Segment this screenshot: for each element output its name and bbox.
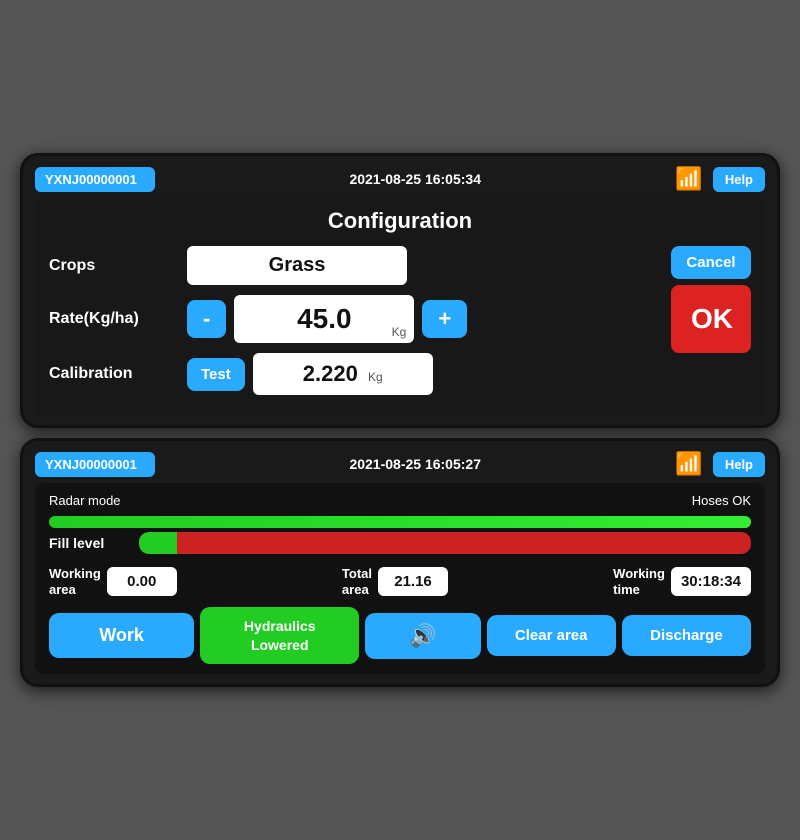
calib-unit: Kg [368, 370, 383, 384]
rate-plus-button[interactable]: + [422, 300, 467, 338]
top-help-button[interactable]: Help [713, 167, 765, 192]
working-time-value: 30:18:34 [671, 567, 751, 596]
bottom-help-button[interactable]: Help [713, 452, 765, 477]
working-time-item: Workingtime 30:18:34 [613, 566, 751, 597]
ok-cancel-column: Cancel OK [671, 246, 751, 353]
working-area-label: Workingarea [49, 566, 101, 597]
discharge-button[interactable]: Discharge [622, 615, 751, 656]
top-header-right: 📶 Help [675, 166, 765, 192]
action-buttons-row: Work HydraulicsLowered 🔊 Clear area Disc… [49, 607, 751, 663]
work-button[interactable]: Work [49, 613, 194, 658]
fill-level-green-segment [139, 532, 177, 554]
bottom-datetime: 2021-08-25 16:05:27 [349, 456, 481, 472]
working-area-value: 0.00 [107, 567, 177, 596]
top-datetime: 2021-08-25 16:05:34 [349, 171, 481, 187]
bottom-header: YXNJ00000001 2021-08-25 16:05:27 📶 Help [35, 451, 765, 477]
working-area-item: Workingarea 0.00 [49, 566, 177, 597]
top-wifi-icon: 📶 [675, 166, 702, 192]
total-area-value: 21.16 [378, 567, 448, 596]
green-progress-bar [49, 516, 751, 528]
hydraulics-button[interactable]: HydraulicsLowered [200, 607, 359, 663]
test-button[interactable]: Test [187, 358, 245, 391]
bottom-device: YXNJ00000001 2021-08-25 16:05:27 📶 Help … [20, 438, 780, 687]
calibration-row: Calibration Test 2.220 Kg [49, 353, 663, 395]
fill-level-label: Fill level [49, 535, 129, 551]
bottom-header-right: 📶 Help [675, 451, 765, 477]
sound-button[interactable]: 🔊 [365, 613, 480, 659]
fill-level-row: Fill level [49, 532, 751, 554]
top-device-id: YXNJ00000001 [35, 167, 155, 192]
total-area-label: Totalarea [342, 566, 372, 597]
hoses-status: Hoses OK [692, 493, 751, 508]
crops-row: Crops Grass [49, 246, 663, 285]
ok-button[interactable]: OK [671, 285, 751, 353]
crops-value[interactable]: Grass [187, 246, 407, 285]
crops-label: Crops [49, 257, 179, 275]
config-title: Configuration [49, 208, 751, 234]
stats-row: Workingarea 0.00 Totalarea 21.16 Working… [49, 566, 751, 597]
green-bar-row [49, 516, 751, 528]
status-row: Radar mode Hoses OK [49, 493, 751, 508]
bottom-device-id: YXNJ00000001 [35, 452, 155, 477]
rate-value[interactable]: 45.0 Kg [234, 295, 414, 343]
calib-value[interactable]: 2.220 Kg [253, 353, 433, 395]
rate-minus-button[interactable]: - [187, 300, 226, 338]
working-time-label: Workingtime [613, 566, 665, 597]
cancel-button[interactable]: Cancel [671, 246, 751, 279]
fill-level-bar [139, 532, 751, 554]
rate-unit: Kg [392, 325, 407, 339]
rate-label: Rate(Kg/ha) [49, 310, 179, 328]
top-screen: Configuration Crops Grass Rate(Kg/ha) - … [35, 198, 765, 415]
total-area-item: Totalarea 21.16 [342, 566, 448, 597]
top-header: YXNJ00000001 2021-08-25 16:05:34 📶 Help [35, 166, 765, 192]
calibration-label: Calibration [49, 365, 179, 383]
bottom-wifi-icon: 📶 [675, 451, 702, 477]
rate-row: Rate(Kg/ha) - 45.0 Kg + [49, 295, 663, 343]
top-device: YXNJ00000001 2021-08-25 16:05:34 📶 Help … [20, 153, 780, 428]
radar-mode-status: Radar mode [49, 493, 121, 508]
bottom-screen: Radar mode Hoses OK Fill level Workingar… [35, 483, 765, 674]
clear-area-button[interactable]: Clear area [487, 615, 616, 656]
